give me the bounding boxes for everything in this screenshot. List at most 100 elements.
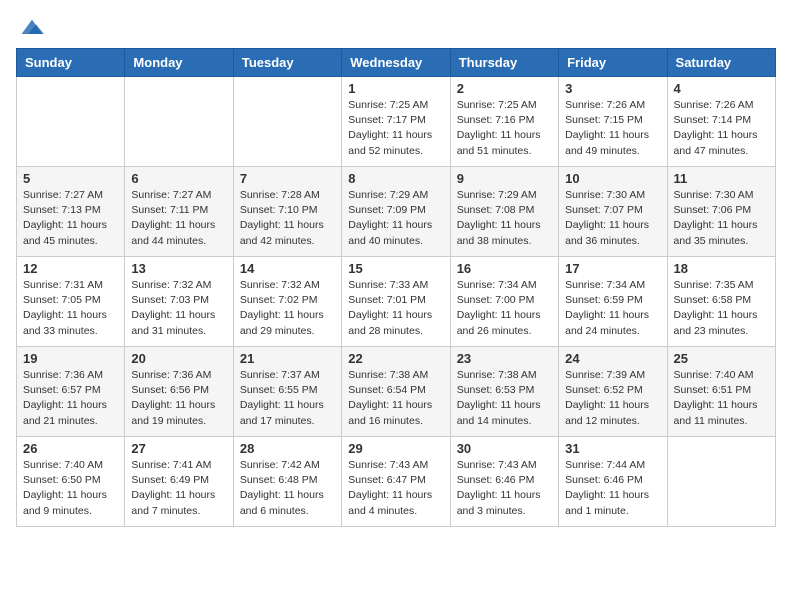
calendar-cell: 13 Sunrise: 7:32 AM Sunset: 7:03 PM Dayli… — [125, 257, 233, 347]
day-info: Sunrise: 7:35 AM Sunset: 6:58 PM Dayligh… — [674, 278, 769, 339]
day-number: 3 — [565, 81, 660, 96]
day-info: Sunrise: 7:37 AM Sunset: 6:55 PM Dayligh… — [240, 368, 335, 429]
calendar-cell: 18 Sunrise: 7:35 AM Sunset: 6:58 PM Dayli… — [667, 257, 775, 347]
day-info: Sunrise: 7:32 AM Sunset: 7:03 PM Dayligh… — [131, 278, 226, 339]
calendar-cell — [125, 77, 233, 167]
calendar-cell: 17 Sunrise: 7:34 AM Sunset: 6:59 PM Dayli… — [559, 257, 667, 347]
day-number: 1 — [348, 81, 443, 96]
weekday-header-saturday: Saturday — [667, 49, 775, 77]
day-number: 14 — [240, 261, 335, 276]
calendar-week-row: 12 Sunrise: 7:31 AM Sunset: 7:05 PM Dayli… — [17, 257, 776, 347]
calendar-cell — [233, 77, 341, 167]
day-number: 30 — [457, 441, 552, 456]
calendar-cell: 21 Sunrise: 7:37 AM Sunset: 6:55 PM Dayli… — [233, 347, 341, 437]
calendar-cell: 8Sunrise: 7:29 AM Sunset: 7:09 PM Daylig… — [342, 167, 450, 257]
calendar-cell: 7 Sunrise: 7:28 AM Sunset: 7:10 PM Daylig… — [233, 167, 341, 257]
calendar-cell: 6Sunrise: 7:27 AM Sunset: 7:11 PM Daylig… — [125, 167, 233, 257]
day-info: Sunrise: 7:40 AM Sunset: 6:51 PM Dayligh… — [674, 368, 769, 429]
day-info: Sunrise: 7:34 AM Sunset: 7:00 PM Dayligh… — [457, 278, 552, 339]
calendar-cell: 22 Sunrise: 7:38 AM Sunset: 6:54 PM Dayli… — [342, 347, 450, 437]
day-info: Sunrise: 7:34 AM Sunset: 6:59 PM Dayligh… — [565, 278, 660, 339]
day-info: Sunrise: 7:29 AM Sunset: 7:09 PM Dayligh… — [348, 188, 443, 249]
calendar-table: SundayMondayTuesdayWednesdayThursdayFrid… — [16, 48, 776, 527]
calendar-cell: 29 Sunrise: 7:43 AM Sunset: 6:47 PM Dayli… — [342, 437, 450, 527]
day-info: Sunrise: 7:29 AM Sunset: 7:08 PM Dayligh… — [457, 188, 552, 249]
day-info: Sunrise: 7:26 AM Sunset: 7:14 PM Dayligh… — [674, 98, 769, 159]
weekday-header-sunday: Sunday — [17, 49, 125, 77]
day-info: Sunrise: 7:43 AM Sunset: 6:47 PM Dayligh… — [348, 458, 443, 519]
weekday-header-monday: Monday — [125, 49, 233, 77]
day-number: 18 — [674, 261, 769, 276]
day-info: Sunrise: 7:27 AM Sunset: 7:11 PM Dayligh… — [131, 188, 226, 249]
day-number: 4 — [674, 81, 769, 96]
day-info: Sunrise: 7:28 AM Sunset: 7:10 PM Dayligh… — [240, 188, 335, 249]
calendar-week-row: 1 Sunrise: 7:25 AM Sunset: 7:17 PM Daylig… — [17, 77, 776, 167]
calendar-cell: 16 Sunrise: 7:34 AM Sunset: 7:00 PM Dayli… — [450, 257, 558, 347]
calendar-cell: 31Sunrise: 7:44 AM Sunset: 6:46 PM Dayli… — [559, 437, 667, 527]
day-number: 9 — [457, 171, 552, 186]
day-number: 16 — [457, 261, 552, 276]
day-info: Sunrise: 7:36 AM Sunset: 6:57 PM Dayligh… — [23, 368, 118, 429]
calendar-cell: 20 Sunrise: 7:36 AM Sunset: 6:56 PM Dayli… — [125, 347, 233, 437]
calendar-cell: 24 Sunrise: 7:39 AM Sunset: 6:52 PM Dayli… — [559, 347, 667, 437]
day-info: Sunrise: 7:30 AM Sunset: 7:07 PM Dayligh… — [565, 188, 660, 249]
weekday-header-tuesday: Tuesday — [233, 49, 341, 77]
day-number: 28 — [240, 441, 335, 456]
day-info: Sunrise: 7:39 AM Sunset: 6:52 PM Dayligh… — [565, 368, 660, 429]
calendar-cell: 2 Sunrise: 7:25 AM Sunset: 7:16 PM Daylig… — [450, 77, 558, 167]
day-info: Sunrise: 7:38 AM Sunset: 6:54 PM Dayligh… — [348, 368, 443, 429]
page-header — [16, 16, 776, 36]
day-info: Sunrise: 7:26 AM Sunset: 7:15 PM Dayligh… — [565, 98, 660, 159]
day-number: 7 — [240, 171, 335, 186]
day-number: 25 — [674, 351, 769, 366]
calendar-cell: 10 Sunrise: 7:30 AM Sunset: 7:07 PM Dayli… — [559, 167, 667, 257]
day-info: Sunrise: 7:44 AM Sunset: 6:46 PM Dayligh… — [565, 458, 660, 519]
day-number: 19 — [23, 351, 118, 366]
day-number: 13 — [131, 261, 226, 276]
calendar-cell: 25 Sunrise: 7:40 AM Sunset: 6:51 PM Dayli… — [667, 347, 775, 437]
day-number: 22 — [348, 351, 443, 366]
calendar-week-row: 19 Sunrise: 7:36 AM Sunset: 6:57 PM Dayli… — [17, 347, 776, 437]
day-info: Sunrise: 7:32 AM Sunset: 7:02 PM Dayligh… — [240, 278, 335, 339]
day-info: Sunrise: 7:38 AM Sunset: 6:53 PM Dayligh… — [457, 368, 552, 429]
day-info: Sunrise: 7:36 AM Sunset: 6:56 PM Dayligh… — [131, 368, 226, 429]
day-number: 27 — [131, 441, 226, 456]
calendar-cell: 12 Sunrise: 7:31 AM Sunset: 7:05 PM Dayli… — [17, 257, 125, 347]
day-info: Sunrise: 7:25 AM Sunset: 7:16 PM Dayligh… — [457, 98, 552, 159]
day-number: 10 — [565, 171, 660, 186]
day-number: 11 — [674, 171, 769, 186]
calendar-cell: 4 Sunrise: 7:26 AM Sunset: 7:14 PM Daylig… — [667, 77, 775, 167]
day-info: Sunrise: 7:31 AM Sunset: 7:05 PM Dayligh… — [23, 278, 118, 339]
day-info: Sunrise: 7:30 AM Sunset: 7:06 PM Dayligh… — [674, 188, 769, 249]
day-number: 21 — [240, 351, 335, 366]
day-number: 20 — [131, 351, 226, 366]
calendar-cell: 15 Sunrise: 7:33 AM Sunset: 7:01 PM Dayli… — [342, 257, 450, 347]
day-info: Sunrise: 7:33 AM Sunset: 7:01 PM Dayligh… — [348, 278, 443, 339]
calendar-cell: 30 Sunrise: 7:43 AM Sunset: 6:46 PM Dayli… — [450, 437, 558, 527]
weekday-header-thursday: Thursday — [450, 49, 558, 77]
calendar-cell: 1 Sunrise: 7:25 AM Sunset: 7:17 PM Daylig… — [342, 77, 450, 167]
day-number: 24 — [565, 351, 660, 366]
calendar-week-row: 5 Sunrise: 7:27 AM Sunset: 7:13 PM Daylig… — [17, 167, 776, 257]
weekday-header-wednesday: Wednesday — [342, 49, 450, 77]
calendar-week-row: 26 Sunrise: 7:40 AM Sunset: 6:50 PM Dayli… — [17, 437, 776, 527]
day-info: Sunrise: 7:40 AM Sunset: 6:50 PM Dayligh… — [23, 458, 118, 519]
logo-icon — [20, 16, 44, 36]
day-number: 26 — [23, 441, 118, 456]
day-info: Sunrise: 7:25 AM Sunset: 7:17 PM Dayligh… — [348, 98, 443, 159]
calendar-cell: 14 Sunrise: 7:32 AM Sunset: 7:02 PM Dayli… — [233, 257, 341, 347]
day-number: 5 — [23, 171, 118, 186]
day-number: 15 — [348, 261, 443, 276]
day-number: 23 — [457, 351, 552, 366]
day-info: Sunrise: 7:43 AM Sunset: 6:46 PM Dayligh… — [457, 458, 552, 519]
day-number: 12 — [23, 261, 118, 276]
weekday-header-friday: Friday — [559, 49, 667, 77]
day-number: 29 — [348, 441, 443, 456]
calendar-cell — [667, 437, 775, 527]
calendar-cell: 19 Sunrise: 7:36 AM Sunset: 6:57 PM Dayli… — [17, 347, 125, 437]
day-number: 17 — [565, 261, 660, 276]
day-number: 2 — [457, 81, 552, 96]
calendar-cell: 9 Sunrise: 7:29 AM Sunset: 7:08 PM Daylig… — [450, 167, 558, 257]
day-info: Sunrise: 7:27 AM Sunset: 7:13 PM Dayligh… — [23, 188, 118, 249]
calendar-cell: 23 Sunrise: 7:38 AM Sunset: 6:53 PM Dayli… — [450, 347, 558, 437]
